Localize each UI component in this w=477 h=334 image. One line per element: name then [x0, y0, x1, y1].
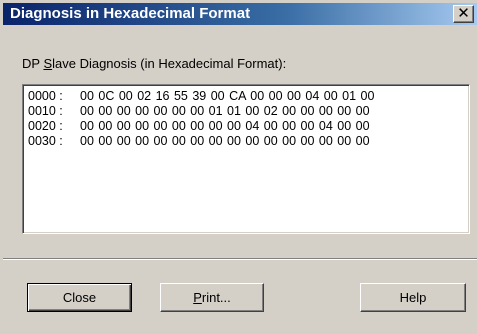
hex-address: 0030 :	[28, 134, 63, 148]
window-title: Diagnosis in Hexadecimal Format	[10, 5, 251, 22]
close-button-label: Close	[62, 290, 97, 305]
title-bar: Diagnosis in Hexadecimal Format	[3, 3, 477, 25]
label-prefix: DP	[22, 56, 44, 71]
help-button-label: Help	[399, 290, 427, 305]
close-window-button[interactable]: ✕	[453, 5, 474, 23]
label-mnemonic: S	[43, 56, 53, 71]
close-button[interactable]: Close	[27, 283, 132, 312]
hex-bytes: 00 00 00 00 00 00 00 00 00 04 00 00 00 0…	[80, 119, 370, 133]
print-mnemonic: P	[193, 290, 202, 305]
hex-row: 0020 : 00 00 00 00 00 00 00 00 00 04 00 0…	[28, 119, 469, 134]
print-button-label: rint...	[201, 290, 231, 305]
help-button[interactable]: Help	[360, 283, 466, 312]
hex-row: 0030 : 00 00 00 00 00 00 00 00 00 00 00 0…	[28, 134, 469, 149]
close-icon: ✕	[457, 5, 470, 22]
slave-diagnosis-label: DP Slave Diagnosis (in Hexadecimal Forma…	[22, 56, 286, 71]
divider	[3, 258, 477, 260]
hex-bytes: 00 00 00 00 00 00 00 00 00 00 00 00 00 0…	[80, 134, 370, 148]
hex-address: 0020 :	[28, 119, 63, 133]
print-button[interactable]: Print...	[160, 283, 264, 312]
hex-diagnosis-dialog: Diagnosis in Hexadecimal Format ✕ DP Sla…	[0, 0, 477, 334]
hex-address: 0010 :	[28, 104, 63, 118]
hex-bytes: 00 0C 00 02 16 55 39 00 CA 00 00 00 04 0…	[80, 89, 375, 103]
hex-address: 0000 :	[28, 89, 63, 103]
hex-dump-box[interactable]: 0000 : 00 0C 00 02 16 55 39 00 CA 00 00 0…	[22, 84, 470, 234]
hex-bytes: 00 00 00 00 00 00 00 01 01 00 02 00 00 0…	[80, 104, 370, 118]
hex-row: 0000 : 00 0C 00 02 16 55 39 00 CA 00 00 0…	[28, 89, 469, 104]
hex-row: 0010 : 00 00 00 00 00 00 00 01 01 00 02 0…	[28, 104, 469, 119]
label-rest: lave Diagnosis (in Hexadecimal Format):	[52, 56, 287, 71]
